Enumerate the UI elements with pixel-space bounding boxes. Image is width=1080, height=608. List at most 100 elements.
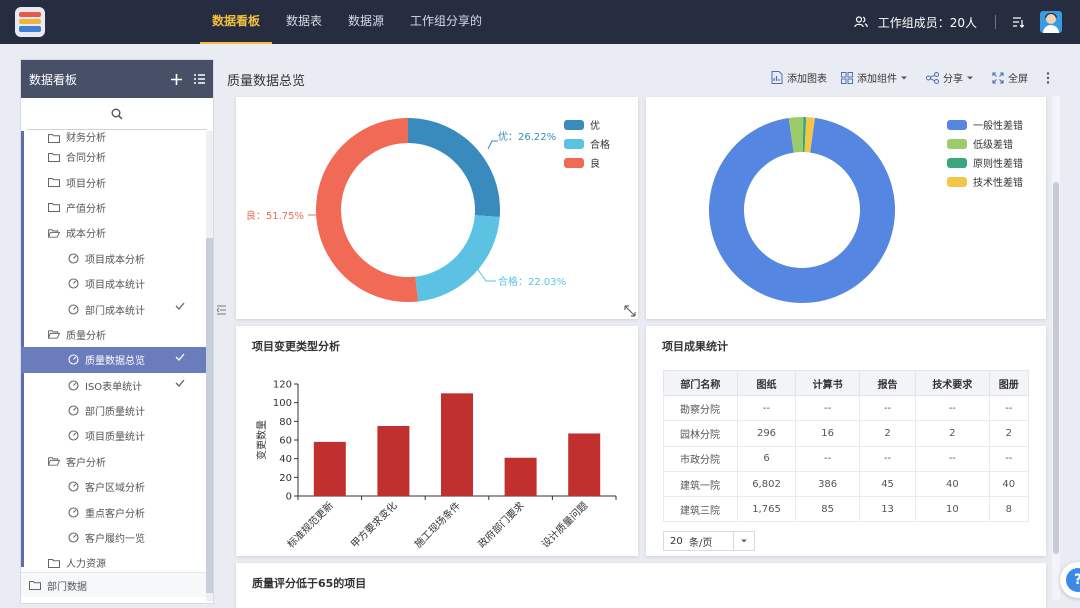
- legend-item[interactable]: 原则性差错: [947, 153, 1023, 172]
- legend-item[interactable]: 一般性差错: [947, 115, 1023, 134]
- legend-item[interactable]: 优: [564, 115, 610, 134]
- y-tick-label: 100: [273, 398, 292, 409]
- output-stats-card: 项目成果统计 部门名称 图纸 计算书 报告 技术要求 图册 勘察分院 -- -- --…: [646, 326, 1046, 556]
- x-tick-label: 标准规范更新: [284, 499, 336, 551]
- sidebar-item[interactable]: 项目成本分析: [21, 246, 213, 271]
- sidebar-item[interactable]: 项目分析: [21, 169, 213, 194]
- sidebar-item[interactable]: 财务分析: [21, 131, 213, 144]
- app-logo[interactable]: [15, 7, 45, 37]
- user-avatar[interactable]: [1040, 11, 1062, 33]
- table-row[interactable]: 园林分院 296 16 2 2 2: [663, 420, 1029, 447]
- output-stats-table: 部门名称 图纸 计算书 报告 技术要求 图册 勘察分院 -- -- -- -- -- 园林分…: [663, 370, 1029, 523]
- col-reports[interactable]: 报告: [859, 370, 917, 396]
- label-leader-line: [487, 140, 498, 150]
- col-tech-req[interactable]: 技术要求: [915, 370, 990, 396]
- sidebar-item[interactable]: 质量分析: [21, 322, 213, 347]
- expand-icon[interactable]: [624, 305, 636, 317]
- add-chart-button[interactable]: 添加图表: [771, 70, 827, 85]
- sidebar-item[interactable]: 部门数据: [21, 572, 213, 598]
- share-button[interactable]: 分享: [926, 70, 978, 85]
- sidebar-item-label: 客户分析: [66, 457, 106, 469]
- more-options-button[interactable]: [1046, 71, 1054, 84]
- bar[interactable]: [441, 393, 473, 496]
- table-cell: 建筑一院: [663, 470, 738, 498]
- table-row[interactable]: 勘察分院 -- -- -- -- --: [663, 394, 1029, 422]
- main-scrollbar[interactable]: [1052, 96, 1060, 600]
- sidebar-title: 数据看板: [29, 72, 78, 87]
- collapse-sidebar-button[interactable]: [216, 304, 226, 316]
- tab-dashboard[interactable]: 数据看板: [200, 0, 273, 44]
- page-size-dropdown[interactable]: [733, 532, 754, 550]
- sort-button[interactable]: [1012, 16, 1024, 28]
- col-dept[interactable]: 部门名称: [663, 370, 738, 396]
- col-calcs[interactable]: 计算书: [795, 370, 861, 396]
- table-cell: 2: [859, 420, 917, 447]
- legend-item[interactable]: 技术性差错: [947, 172, 1023, 191]
- sidebar-item[interactable]: 部门质量统计: [21, 398, 213, 423]
- page-title: 质量数据总览: [227, 74, 306, 89]
- add-chart-label: 添加图表: [787, 74, 827, 85]
- sidebar-item-label: 质量分析: [66, 330, 106, 342]
- donut-slice[interactable]: [316, 118, 419, 302]
- sidebar-item[interactable]: 项目质量统计: [21, 423, 213, 448]
- legend-item[interactable]: 合格: [564, 134, 610, 153]
- sidebar-item[interactable]: 部门成本统计: [21, 296, 213, 321]
- x-tick-label: 设计质量问题: [539, 499, 591, 551]
- sidebar-item[interactable]: ISO表单统计: [21, 373, 213, 398]
- caret-down-icon: [967, 76, 973, 79]
- fullscreen-button[interactable]: 全屏: [992, 70, 1028, 85]
- table-cell: 6: [736, 445, 797, 472]
- sidebar-item[interactable]: 客户区域分析: [21, 474, 213, 499]
- dashboard-icon: [67, 481, 79, 493]
- sidebar-item-label: 客户区域分析: [85, 483, 145, 495]
- sidebar-item[interactable]: 质量数据总览: [21, 347, 213, 373]
- quality-grade-card: 优：26.22% 合格：22.03% 良：51.75% 优合格良: [236, 97, 638, 319]
- table-cell: --: [915, 445, 990, 472]
- folder-open-icon: [48, 455, 60, 467]
- chart-file-icon: [771, 71, 783, 84]
- table-row[interactable]: 市政分院 6 -- -- -- --: [663, 445, 1029, 472]
- more-vertical-icon: [1046, 71, 1050, 84]
- bar[interactable]: [377, 426, 410, 496]
- sidebar-item[interactable]: 客户履约一览: [21, 525, 213, 550]
- y-tick-label: 40: [279, 454, 292, 465]
- table-cell: 296: [736, 420, 797, 447]
- sidebar-item-label: 产值分析: [66, 203, 106, 215]
- col-drawings[interactable]: 图纸: [736, 370, 797, 396]
- add-widget-button[interactable]: 添加组件: [841, 70, 912, 85]
- members-button[interactable]: 工作组成员：20人: [853, 14, 977, 31]
- sidebar-item[interactable]: 合同分析: [21, 144, 213, 169]
- legend-item[interactable]: 良: [564, 153, 610, 172]
- bar[interactable]: [568, 433, 601, 496]
- sidebar-scroll-thumb[interactable]: [206, 238, 213, 593]
- help-button[interactable]: ?: [1060, 562, 1080, 598]
- col-atlas[interactable]: 图册: [988, 370, 1029, 396]
- add-board-button[interactable]: [171, 73, 182, 85]
- donut-slice[interactable]: [408, 118, 500, 218]
- donut-slice[interactable]: [415, 215, 500, 302]
- sidebar-item-label: 部门数据: [47, 581, 87, 593]
- bar[interactable]: [504, 457, 537, 496]
- tab-datasheet[interactable]: 数据表: [274, 0, 334, 44]
- sidebar-item[interactable]: 项目成本统计: [21, 271, 213, 296]
- list-menu-button[interactable]: [194, 74, 205, 84]
- legend-item[interactable]: 低级差错: [947, 134, 1023, 153]
- legend-swatch: [947, 138, 967, 149]
- tab-datasource[interactable]: 数据源: [336, 0, 396, 44]
- main-scroll-thumb[interactable]: [1053, 182, 1059, 554]
- sidebar-item[interactable]: 成本分析: [21, 220, 213, 245]
- sidebar-item[interactable]: 产值分析: [21, 195, 213, 220]
- folder-icon: [48, 201, 60, 213]
- help-icon: ?: [1066, 568, 1080, 592]
- bar[interactable]: [313, 441, 346, 496]
- page-size-select[interactable]: 20 条/页: [663, 531, 755, 551]
- table-row[interactable]: 建筑一院 6,802 386 45 40 40: [663, 470, 1029, 498]
- sidebar-search[interactable]: [27, 98, 207, 130]
- sidebar-item[interactable]: 客户分析: [21, 449, 213, 474]
- table-cell: 园林分院: [663, 420, 738, 447]
- table-row[interactable]: 建筑三院 1,765 85 13 10 8: [663, 496, 1029, 523]
- sidebar-item[interactable]: 重点客户分析: [21, 499, 213, 524]
- tab-shared[interactable]: 工作组分享的: [398, 0, 494, 44]
- users-icon: [853, 16, 868, 28]
- slice-label: 优：26.22%: [498, 130, 556, 143]
